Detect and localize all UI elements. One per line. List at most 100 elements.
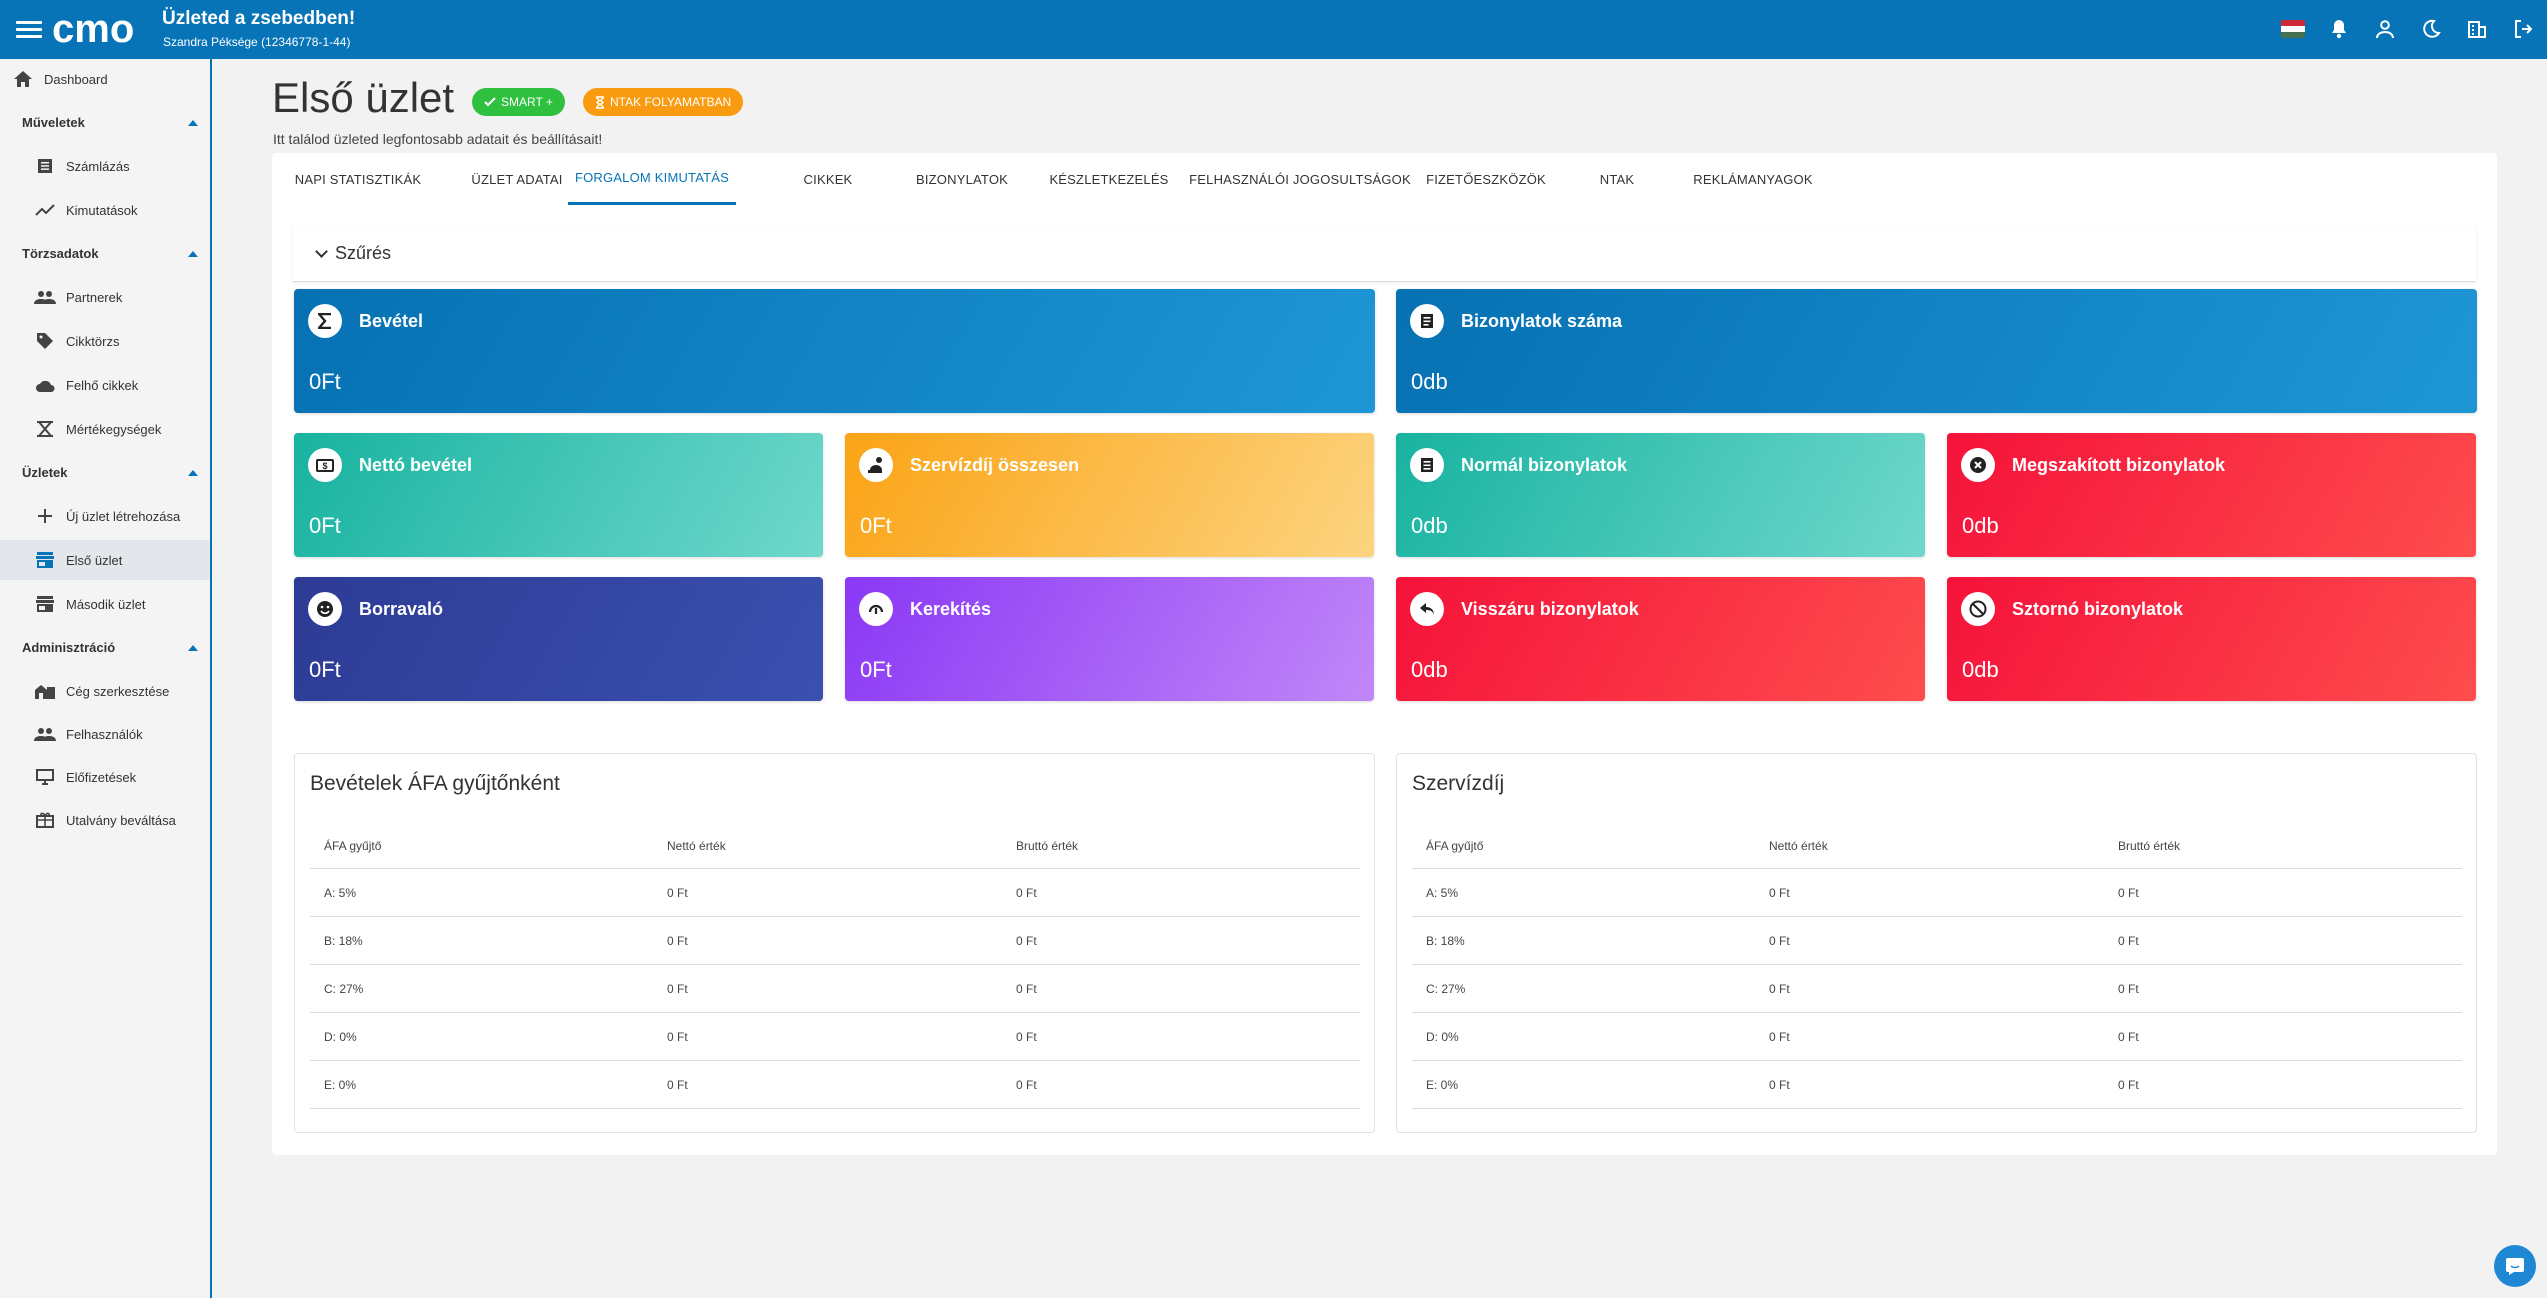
trending-icon (34, 199, 56, 221)
table-header-row: ÁFA gyűjtő Nettó érték Bruttó érték (310, 829, 1360, 869)
money-icon: $ (308, 448, 342, 482)
caret-up-icon (188, 250, 198, 257)
caret-up-icon (188, 469, 198, 476)
monitor-icon (34, 766, 56, 788)
app-title: Üzleted a zsebedben! (162, 8, 356, 29)
sidebar-item-ceg-szerkesztese[interactable]: Cég szerkesztése (0, 671, 210, 711)
sidebar-item-szamlazas[interactable]: Számlázás (0, 146, 210, 186)
sidebar-item-felho-cikkek[interactable]: Felhő cikkek (0, 365, 210, 405)
tab-keszletkezeles[interactable]: KÉSZLETKEZELÉS (1028, 153, 1190, 205)
tab-napi-statisztikak[interactable]: NAPI STATISZTIKÁK (284, 153, 432, 205)
sidebar-item-felhasznalok[interactable]: Felhasználók (0, 714, 210, 754)
sigma-icon (308, 304, 342, 338)
sidebar-item-elofizetesek[interactable]: Előfizetések (0, 757, 210, 797)
card-value: 0Ft (860, 657, 892, 682)
table-row: B: 18% 0 Ft 0 Ft (1412, 917, 2462, 965)
people-icon (34, 286, 56, 308)
company-icon (34, 680, 56, 702)
tab-fizetoeszkozok[interactable]: FIZETŐESZKÖZÖK (1400, 153, 1572, 205)
cmo-logo[interactable]: cmo (52, 9, 154, 49)
service-icon (859, 448, 893, 482)
sidebar-item-mertekegysegek[interactable]: Mértékegységek (0, 409, 210, 449)
moon-icon[interactable] (2419, 17, 2443, 41)
sidebar-section-muveletek[interactable]: Műveletek (22, 115, 198, 130)
bell-icon[interactable] (2327, 17, 2351, 41)
svg-text:cmo: cmo (52, 9, 134, 49)
tab-bar: NAPI STATISZTIKÁK ÜZLET ADATAI FORGALOM … (272, 153, 2497, 205)
return-arrow-icon (1410, 592, 1444, 626)
card-megszakitott-bizonylatok: Megszakított bizonylatok 0db (1947, 433, 2476, 557)
sidebar-item-dashboard[interactable]: Dashboard (0, 59, 210, 99)
table-row: B: 18% 0 Ft 0 Ft (310, 917, 1360, 965)
table-row: E: 0% 0 Ft 0 Ft (310, 1061, 1360, 1109)
service-table: ÁFA gyűjtő Nettó érték Bruttó érték A: 5… (1412, 829, 2462, 1109)
svg-text:$: $ (322, 461, 327, 471)
table-row: C: 27% 0 Ft 0 Ft (310, 965, 1360, 1013)
card-bevetel: Bevétel 0Ft (294, 289, 1375, 413)
card-kerekites: Kerekítés 0Ft (845, 577, 1374, 701)
tab-bizonylatok[interactable]: BIZONYLATOK (882, 153, 1042, 205)
user-icon[interactable] (2373, 17, 2397, 41)
tab-cikkek[interactable]: CIKKEK (758, 153, 898, 205)
flag-hu-icon[interactable] (2281, 17, 2305, 41)
company-name: Szandra Péksége (12346778-1-44) (163, 35, 351, 49)
sidebar-item-label: Dashboard (44, 71, 108, 87)
gift-icon (34, 809, 56, 831)
card-normal-bizonylatok: Normál bizonylatok 0db (1396, 433, 1925, 557)
page-subtitle: Itt találod üzleted legfontosabb adatait… (273, 131, 603, 147)
sidebar-section-adminisztracio[interactable]: Adminisztráció (22, 640, 198, 655)
caret-up-icon (188, 644, 198, 651)
table-title: Szervízdíj (1412, 772, 1505, 795)
vat-revenue-table-card: Bevételek ÁFA gyűjtőnként ÁFA gyűjtő Net… (294, 753, 1375, 1133)
card-bizonylatok-szama: Bizonylatok száma 0db (1396, 289, 2477, 413)
filter-toggle[interactable]: Szűrés (293, 226, 2476, 282)
sidebar-section-torzsadatok[interactable]: Törzsadatok (22, 246, 198, 261)
store-icon (34, 593, 56, 615)
tag-icon (34, 330, 56, 352)
content-panel: NAPI STATISZTIKÁK ÜZLET ADATAI FORGALOM … (272, 153, 2497, 1155)
sidebar-item-uj-uzlet[interactable]: Új üzlet létrehozása (0, 496, 210, 536)
top-app-bar: cmo Üzleted a zsebedben! Szandra Péksége… (0, 0, 2547, 59)
card-borravalo: Borravaló 0Ft (294, 577, 823, 701)
card-value: 0db (1411, 369, 1448, 394)
table-title: Bevételek ÁFA gyűjtőnként (310, 772, 560, 795)
sidebar-item-partnerek[interactable]: Partnerek (0, 277, 210, 317)
building-icon[interactable] (2465, 17, 2489, 41)
sidebar-item-masodik-uzlet[interactable]: Második üzlet (0, 584, 210, 624)
rounding-icon (859, 592, 893, 626)
card-value: 0db (1962, 657, 1999, 682)
table-row: D: 0% 0 Ft 0 Ft (1412, 1013, 2462, 1061)
sidebar: Dashboard Műveletek Számlázás Kimutatáso… (0, 59, 212, 1298)
sidebar-item-kimutatasok[interactable]: Kimutatások (0, 190, 210, 230)
card-value: 0db (1411, 657, 1448, 682)
tab-reklamanyagok[interactable]: REKLÁMANYAGOK (1669, 153, 1837, 205)
card-netto-bevetel: $ Nettó bevétel 0Ft (294, 433, 823, 557)
sidebar-section-uzletek[interactable]: Üzletek (22, 465, 198, 480)
plus-icon (34, 505, 56, 527)
store-icon (34, 549, 56, 571)
page-title: Első üzlet (272, 74, 455, 121)
table-row: C: 27% 0 Ft 0 Ft (1412, 965, 2462, 1013)
smiley-icon (308, 592, 342, 626)
card-value: 0Ft (309, 369, 341, 394)
logout-icon[interactable] (2511, 17, 2535, 41)
people-icon (34, 723, 56, 745)
sidebar-item-utalvany[interactable]: Utalvány beváltása (0, 800, 210, 840)
sidebar-item-elso-uzlet[interactable]: Első üzlet (0, 540, 210, 580)
card-szervizdij-osszesen: Szervízdíj összesen 0Ft (845, 433, 1374, 557)
card-value: 0db (1962, 513, 1999, 538)
card-value: 0Ft (309, 657, 341, 682)
card-visszaru-bizonylatok: Visszáru bizonylatok 0db (1396, 577, 1925, 701)
receipt-icon (1410, 304, 1444, 338)
chat-bubble-icon[interactable] (2494, 1245, 2536, 1287)
tab-forgalom-kimutatas[interactable]: FORGALOM KIMUTATÁS (568, 153, 736, 205)
cloud-icon (34, 374, 56, 396)
chevron-down-icon (315, 244, 328, 258)
tab-felhasznaloi-jogosultsagok[interactable]: FELHASZNÁLÓI JOGOSULTSÁGOK (1172, 153, 1428, 205)
menu-icon[interactable] (16, 17, 42, 43)
list-icon (34, 155, 56, 177)
table-header-row: ÁFA gyűjtő Nettó érték Bruttó érték (1412, 829, 2462, 869)
sidebar-item-cikktorzs[interactable]: Cikktörzs (0, 321, 210, 361)
caret-up-icon (188, 119, 198, 126)
tab-ntak[interactable]: NTAK (1557, 153, 1677, 205)
